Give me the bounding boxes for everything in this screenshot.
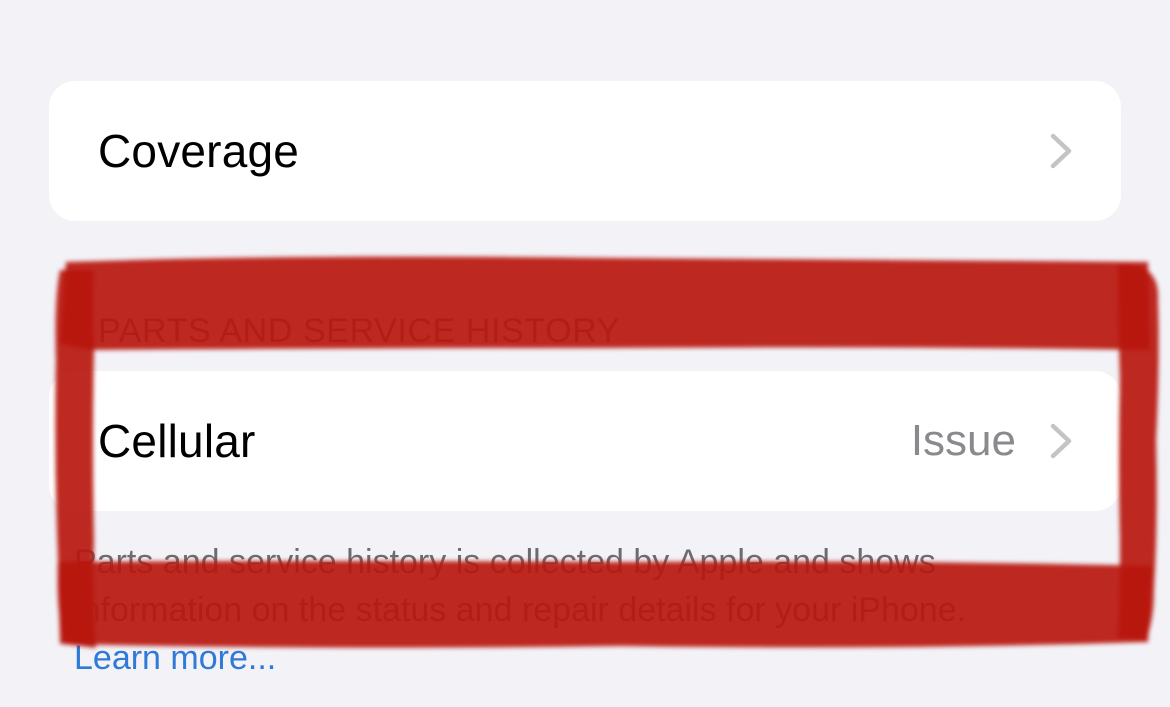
learn-more-link[interactable]: Learn more... — [74, 634, 1104, 682]
cellular-label: Cellular — [98, 415, 256, 467]
cellular-row[interactable]: Cellular Issue — [49, 371, 1121, 511]
footer-description: Parts and service history is collected b… — [74, 543, 967, 629]
section-header-parts-service-history: PARTS AND SERVICE HISTORY — [98, 312, 621, 350]
coverage-row[interactable]: Coverage — [49, 81, 1121, 221]
coverage-label: Coverage — [98, 125, 300, 177]
chevron-right-icon — [1050, 423, 1072, 459]
section-footer: Parts and service history is collected b… — [74, 538, 1104, 682]
cellular-status-value: Issue — [910, 416, 1016, 465]
chevron-right-icon — [1050, 133, 1072, 169]
